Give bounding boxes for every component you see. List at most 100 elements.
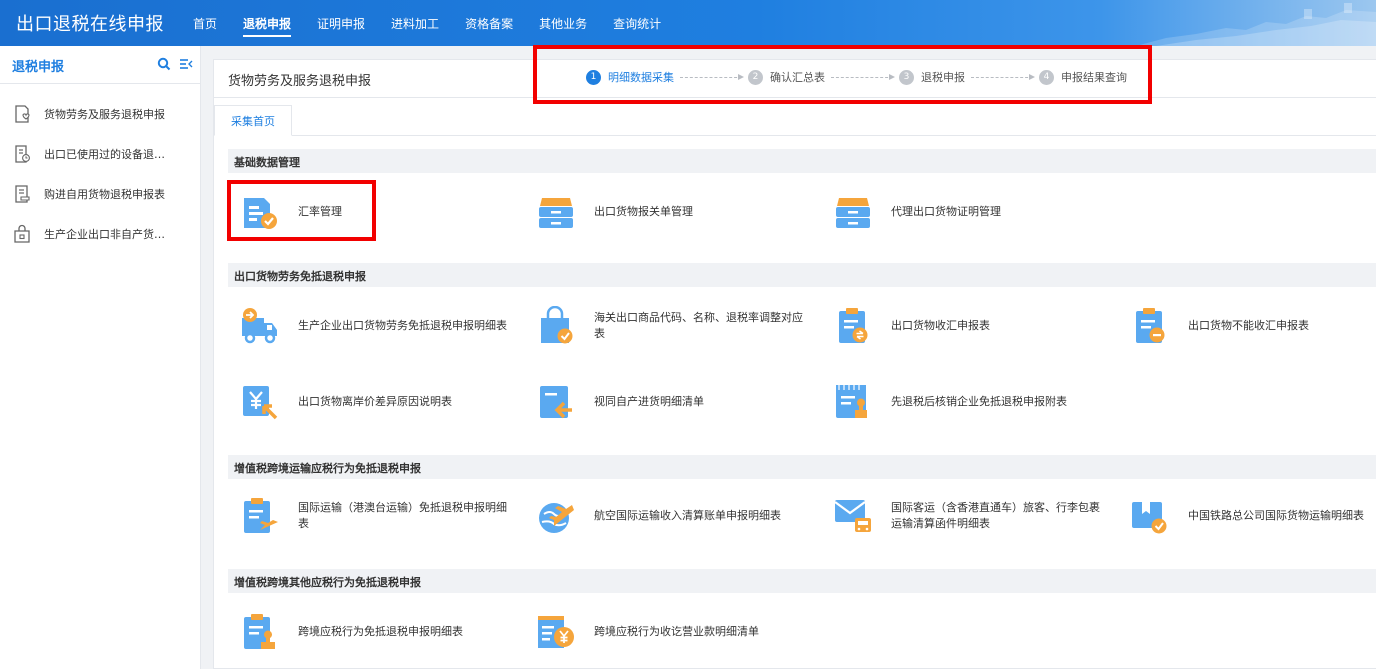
card-air-transport-settlement[interactable]: 航空国际运输收入清算账单申报明细表 [536,496,812,536]
cabinet-icon [539,198,573,228]
step-label: 确认汇总表 [770,71,825,84]
card-customs-declaration[interactable]: 出口货物报关单管理 [536,192,812,232]
card-label: 出口货物不能收汇申报表 [1188,319,1309,332]
card-cross-border-refund-detail[interactable]: 跨境应税行为免抵退税申报明细表 [240,612,516,652]
card-refund-first-writeoff-later[interactable]: 先退税后核销企业免抵退税申报附表 [833,382,1109,422]
section-header-cross-border-transport: 增值税跨境运输应税行为免抵退税申报 [228,455,1376,479]
card-label: 视同自产进货明细清单 [594,395,704,408]
card-label: 国际客运（含香港直通车）旅客、行李包裹运输清算函件明细表 [891,501,1100,530]
step-4[interactable]: 4 申报结果查询 [1039,69,1127,85]
card-label: 国际运输（港澳台运输）免抵退税申报明细表 [298,501,507,530]
sidebar-item-label: 购进自用货物退税申报表 [44,188,165,201]
step-3[interactable]: 3 退税申报 [899,69,965,85]
bag-icon [541,306,573,344]
card-label: 代理出口货物证明管理 [891,205,1001,218]
page-title: 货物劳务及服务退税申报 [228,74,372,89]
clipboard-stamp-icon [244,614,275,649]
card-label: 中国铁路总公司国际货物运输明细表 [1188,509,1364,522]
nav-item-certificate[interactable]: 证明申报 [304,0,378,46]
document-heart-icon [15,105,30,123]
sidebar-item-used-equipment[interactable]: 出口已使用过的设备退税申报 [0,134,200,174]
app-title: 出口退税在线申报 [16,14,164,35]
step-2[interactable]: 2 确认汇总表 [748,69,825,85]
clipboard-plane-icon [244,498,278,533]
doc-arrow-icon [540,386,572,419]
search-icon[interactable] [157,57,171,71]
card-agent-export-certificate[interactable]: 代理出口货物证明管理 [833,192,1109,232]
card-customs-code-adjustment[interactable]: 海关出口商品代码、名称、退税率调整对应表 [536,306,812,346]
nav-item-statistics[interactable]: 查询统计 [600,0,674,46]
card-china-railway-transport[interactable]: 中国铁路总公司国际货物运输明细表 [1130,496,1376,536]
card-label: 海关出口商品代码、名称、退税率调整对应表 [594,311,803,340]
sidebar-item-self-use-goods[interactable]: 购进自用货物退税申报表 [0,174,200,214]
sidebar: 退税申报 货物劳务及服务退税申报 出口已使用过的设备退税申报 [0,46,201,669]
card-no-foreign-exchange[interactable]: 出口货物不能收汇申报表 [1130,306,1376,346]
card-label: 跨境应税行为收讫营业款明细清单 [594,625,759,638]
nav-item-processing[interactable]: 进料加工 [378,0,452,46]
card-label: 先退税后核销企业免抵退税申报附表 [891,395,1067,408]
card-label: 航空国际运输收入清算账单申报明细表 [594,509,781,522]
collapse-menu-icon[interactable] [179,57,193,71]
nav-item-home[interactable]: 首页 [180,0,230,46]
document-clock-icon [15,145,30,163]
sidebar-title: 退税申报 [12,60,65,75]
sidebar-item-label: 出口已使用过的设备退税申报 [44,148,172,161]
step-1[interactable]: 1 明细数据采集 [586,69,674,85]
main-header: 货物劳务及服务退税申报 1 明细数据采集 2 确认汇总表 3 退税申报 4 申报… [214,60,1376,98]
card-exchange-rate[interactable]: 汇率管理 [240,192,516,232]
step-label: 明细数据采集 [608,71,674,84]
card-label: 生产企业出口货物劳务免抵退税申报明细表 [298,319,507,332]
doc-check-icon [244,198,277,229]
nav-item-tax-refund[interactable]: 退税申报 [230,0,304,46]
mail-bus-icon [834,500,871,532]
card-label: 跨境应税行为免抵退税申报明细表 [298,625,463,638]
tab-bar: 采集首页 [214,98,1376,136]
step-number: 4 [1039,69,1054,85]
section-header-cross-border-other: 增值税跨境其他应税行为免抵退税申报 [228,569,1376,593]
top-navbar: 出口退税在线申报 首页 退税申报 证明申报 进料加工 资格备案 其他业务 查询统… [0,0,1376,46]
step-progress: 1 明细数据采集 2 确认汇总表 3 退税申报 4 申报结果查询 [586,69,1127,85]
main-panel: 货物劳务及服务退税申报 1 明细数据采集 2 确认汇总表 3 退税申报 4 申报… [213,59,1376,669]
nav-item-other[interactable]: 其他业务 [526,0,600,46]
card-foreign-exchange-receipt[interactable]: 出口货物收汇申报表 [833,306,1109,346]
great-wall-banner-image [1136,0,1376,46]
yen-arrow-icon [243,386,278,420]
clipboard-minus-icon [1136,308,1165,343]
box-check-icon [1132,502,1167,534]
section-header-export-goods: 出口货物劳务免抵退税申报 [228,263,1376,287]
calendar-stamp-icon [836,385,867,418]
list-yen-icon [538,616,574,648]
card-cross-border-revenue-list[interactable]: 跨境应税行为收讫营业款明细清单 [536,612,812,652]
clipboard-exchange-icon [839,308,868,343]
cabinet-icon [836,198,870,228]
step-arrow-icon [831,73,895,80]
card-passenger-luggage-settlement[interactable]: 国际客运（含香港直通车）旅客、行李包裹运输清算函件明细表 [833,496,1109,536]
section-header-basic-data: 基础数据管理 [228,149,1376,173]
truck-icon [242,308,277,344]
step-number: 2 [748,69,763,85]
step-number: 3 [899,69,914,85]
card-label: 汇率管理 [298,205,342,218]
sidebar-item-label: 生产企业出口非自产货物消费税申报 [44,228,172,241]
card-label: 出口货物报关单管理 [594,205,693,218]
main-nav: 首页 退税申报 证明申报 进料加工 资格备案 其他业务 查询统计 [180,0,674,46]
bag-lock-icon [14,224,30,243]
step-number: 1 [586,69,601,85]
document-list-icon [15,185,30,203]
card-international-transport[interactable]: 国际运输（港澳台运输）免抵退税申报明细表 [240,496,516,536]
step-label: 申报结果查询 [1061,71,1127,84]
card-deemed-self-produced[interactable]: 视同自产进货明细清单 [536,382,812,422]
sidebar-header: 退税申报 [0,46,200,84]
card-label: 出口货物离岸价差异原因说明表 [298,395,452,408]
card-label: 出口货物收汇申报表 [891,319,990,332]
step-arrow-icon [680,73,744,80]
sidebar-item-non-self-produced[interactable]: 生产企业出口非自产货物消费税申报 [0,214,200,254]
card-production-enterprise-detail[interactable]: 生产企业出口货物劳务免抵退税申报明细表 [240,306,516,346]
tab-collection-home[interactable]: 采集首页 [214,105,292,136]
nav-item-qualification[interactable]: 资格备案 [452,0,526,46]
step-arrow-icon [971,73,1035,80]
sidebar-item-goods-services-refund[interactable]: 货物劳务及服务退税申报 [0,94,200,134]
card-fob-difference-explanation[interactable]: 出口货物离岸价差异原因说明表 [240,382,516,422]
sidebar-item-label: 货物劳务及服务退税申报 [44,108,165,121]
step-label: 退税申报 [921,71,965,84]
